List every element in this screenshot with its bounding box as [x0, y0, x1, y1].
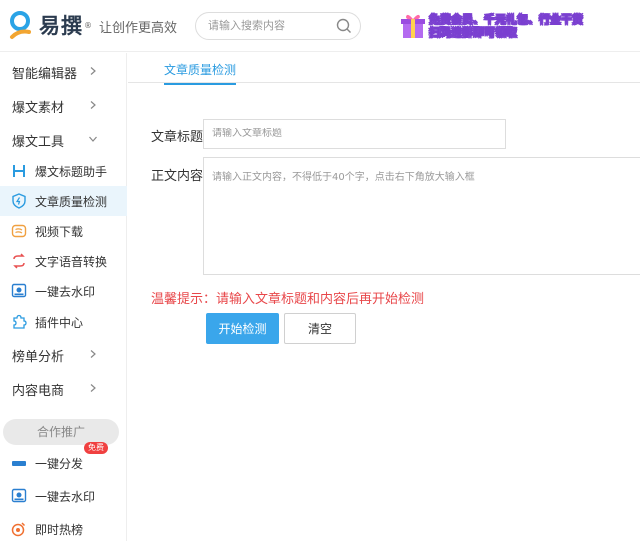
sidebar-item-remove-watermark-2[interactable]: 一键去水印: [0, 481, 127, 511]
sidebar-item-quality-check[interactable]: 文章质量检测: [0, 186, 127, 216]
gift-icon: [401, 14, 425, 38]
sidebar-item-one-click-distribute[interactable]: 一键分发 免费: [0, 442, 127, 478]
promo-banner[interactable]: 免费会员、千元礼包、行业干货 扫码进群即可领取: [400, 10, 600, 42]
sidebar-group-viral-materials[interactable]: 爆文素材: [0, 89, 127, 123]
start-check-button[interactable]: 开始检测: [206, 313, 279, 344]
sidebar-item-label: 一键去水印: [35, 284, 96, 299]
sidebar-group-ecommerce[interactable]: 内容电商: [0, 372, 127, 406]
sidebar-item-label: 一键去水印: [35, 489, 96, 504]
logo[interactable]: 易撰 ®: [9, 10, 92, 40]
sidebar-group-label: 爆文素材: [12, 100, 65, 116]
content-textarea[interactable]: [212, 168, 632, 268]
sidebar-item-label: 文字语音转换: [35, 254, 108, 269]
promo-text: 免费会员、千元礼包、行业干货 扫码进群即可领取: [429, 13, 584, 40]
promo-line-1: 免费会员、千元礼包、行业干货: [429, 13, 584, 27]
promo-line-2: 扫码进群即可领取: [429, 26, 518, 40]
h-letter-icon: [13, 165, 25, 177]
sidebar: 智能编辑器 爆文素材 爆文工具 爆文标题助手 文章质量检测 视频下载 文字语音转…: [0, 53, 127, 541]
sidebar-item-label: 即时热榜: [35, 522, 84, 537]
sidebar-group-label: 爆文工具: [12, 134, 65, 150]
tab-quality-check[interactable]: 文章质量检测: [164, 61, 237, 85]
logo-text: 易撰: [39, 14, 83, 38]
sidebar-item-video-download[interactable]: 视频下载: [0, 216, 127, 246]
sidebar-item-label: 爆文标题助手: [35, 164, 108, 179]
sidebar-item-label: 插件中心: [35, 315, 84, 330]
watermark-icon: [11, 283, 27, 298]
puzzle-icon: [13, 314, 27, 329]
header: 易撰 ® 让创作更高效 免费会员、千元礼包、行业干货 扫码进群即可领取: [0, 0, 640, 52]
shield-icon: [12, 193, 26, 209]
content-label: 正文内容: [151, 169, 204, 184]
sidebar-group-ranking[interactable]: 榜单分析: [0, 338, 127, 372]
search-box[interactable]: [195, 12, 361, 40]
watermark-icon: [11, 488, 27, 503]
warning-tip: 温馨提示：请输入文章标题和内容后再开始检测: [151, 292, 425, 307]
fire-icon: [11, 522, 26, 537]
sidebar-group-label: 内容电商: [12, 383, 65, 399]
convert-icon: [13, 253, 25, 269]
chevron-right-icon: [90, 384, 96, 392]
title-input[interactable]: [212, 128, 492, 139]
title-label: 文章标题: [151, 130, 204, 145]
sidebar-item-label: 文章质量检测: [35, 194, 108, 209]
logo-icon: [10, 11, 31, 39]
sidebar-item-remove-watermark[interactable]: 一键去水印: [0, 276, 127, 306]
chevron-right-icon: [90, 350, 96, 358]
chevron-down-icon: [89, 136, 97, 142]
sidebar-item-label: 视频下载: [35, 224, 84, 239]
clear-button[interactable]: 清空: [284, 313, 356, 344]
content-field[interactable]: [203, 157, 640, 275]
free-badge: 免费: [84, 442, 108, 454]
sidebar-item-label: 一键分发: [35, 456, 84, 471]
search-icon[interactable]: [336, 18, 352, 34]
chevron-right-icon: [90, 67, 96, 75]
title-field[interactable]: [203, 119, 506, 149]
slogan: 让创作更高效: [99, 21, 178, 36]
sidebar-item-text-speech[interactable]: 文字语音转换: [0, 246, 127, 276]
sidebar-group-label: 榜单分析: [12, 349, 65, 365]
sidebar-group-smart-editor[interactable]: 智能编辑器: [0, 55, 127, 89]
chevron-right-icon: [90, 101, 96, 109]
video-icon: [11, 224, 27, 238]
share-icon: [12, 461, 26, 466]
sidebar-group-viral-tools[interactable]: 爆文工具: [0, 123, 127, 157]
search-input[interactable]: [208, 19, 328, 32]
sidebar-group-label: 智能编辑器: [12, 66, 78, 82]
logo-registered-mark: ®: [84, 20, 92, 30]
sidebar-item-plugin-center[interactable]: 插件中心: [0, 307, 127, 337]
sidebar-item-hot-list[interactable]: 即时热榜: [0, 514, 127, 541]
sidebar-item-title-assistant[interactable]: 爆文标题助手: [0, 156, 127, 186]
tab-bar: 文章质量检测: [128, 53, 640, 85]
